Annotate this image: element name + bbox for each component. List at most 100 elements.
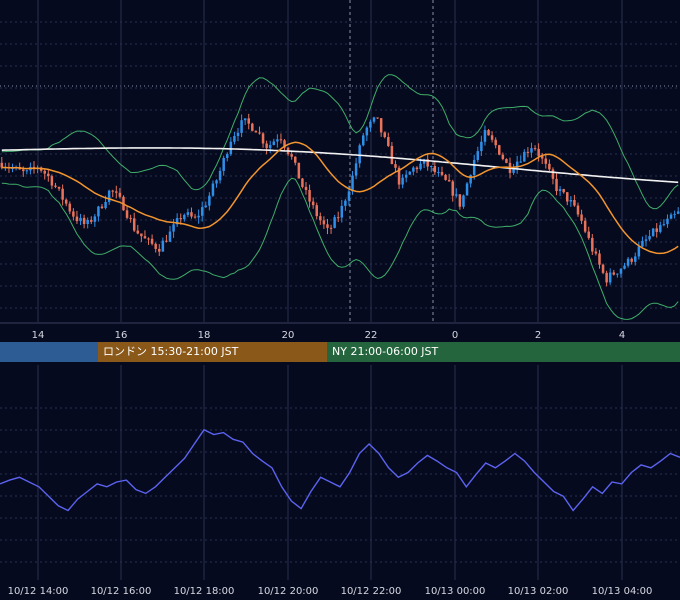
candle-body: [322, 220, 326, 225]
candle-body: [412, 167, 415, 172]
candle-body: [472, 159, 476, 176]
candle-body: [576, 205, 580, 215]
candle-body: [354, 163, 358, 176]
candle-body: [301, 178, 304, 187]
candle-body: [208, 195, 211, 206]
candle-body: [634, 256, 637, 262]
candle-body: [379, 118, 383, 133]
candle-body: [308, 189, 311, 202]
candle-body: [619, 268, 623, 274]
candle-body: [229, 141, 233, 155]
candle-body: [498, 145, 501, 155]
candle-body: [666, 218, 669, 225]
candle-body: [358, 145, 361, 164]
candle-body: [440, 172, 444, 175]
session-label: ロンドン 15:30-21:00 JST: [103, 345, 239, 358]
candle-body: [387, 137, 390, 146]
candle-body: [294, 156, 297, 163]
candle-body: [319, 216, 322, 221]
candle-body: [544, 158, 548, 164]
candle-body: [655, 228, 658, 232]
candle-body: [79, 217, 82, 222]
candle-body: [404, 174, 408, 178]
candle-body: [558, 189, 562, 192]
candle-body: [566, 192, 569, 202]
candle-body: [530, 148, 533, 153]
candle-body: [158, 248, 161, 252]
candle-body: [430, 166, 433, 168]
candle-body: [143, 236, 147, 239]
candle-body: [64, 199, 68, 204]
candle-body: [268, 144, 272, 149]
candle-body: [537, 148, 540, 157]
candle-body: [641, 240, 644, 247]
x-tick-label: 2: [535, 330, 541, 341]
candle-body: [455, 194, 458, 196]
candle-body: [197, 215, 200, 218]
candle-body: [61, 188, 64, 200]
candle-body: [222, 157, 225, 171]
candle-body: [186, 212, 190, 215]
x-tick-label-bottom: 10/12 14:00: [8, 586, 69, 597]
oscillator-line: [0, 428, 680, 512]
candle-body: [247, 118, 250, 124]
candle-body: [469, 175, 472, 184]
session-bar-london: ロンドン 15:30-21:00 JST: [98, 342, 327, 362]
candle-body: [623, 265, 626, 269]
candle-body: [437, 172, 440, 174]
candle-body: [548, 163, 551, 170]
candle-body: [290, 154, 293, 157]
candle-body: [297, 162, 301, 179]
candle-body: [254, 130, 258, 133]
candle-body: [183, 214, 186, 220]
candle-body: [115, 191, 118, 193]
candle-body: [605, 272, 608, 283]
candle-body: [573, 199, 576, 206]
candle-body: [583, 220, 587, 232]
candle-body: [551, 169, 555, 179]
candle-body: [673, 213, 676, 215]
candle-body: [226, 154, 229, 158]
candle-body: [47, 173, 50, 177]
x-tick-label: 18: [198, 330, 211, 341]
bollinger-upper: [1, 74, 679, 210]
candle-body: [272, 141, 276, 145]
candle-body: [236, 132, 240, 136]
x-tick-label-bottom: 10/12 22:00: [341, 586, 402, 597]
candle-body: [408, 171, 412, 175]
candle-body: [165, 240, 168, 242]
candle-body: [211, 183, 215, 196]
candle-body: [630, 258, 633, 262]
chart-canvas: 14 16 18 20 22 0 2 4 10/12 14:00 10/12 16:00 10/1…: [0, 0, 680, 597]
candle-body: [394, 164, 397, 168]
candle-body: [608, 272, 612, 283]
candle-body: [505, 159, 508, 163]
candle-body: [326, 224, 329, 228]
candle-body: [344, 200, 347, 206]
candle-body: [562, 189, 565, 193]
candle-body: [240, 120, 243, 133]
candle-body: [311, 201, 315, 206]
candle-body: [447, 179, 451, 182]
candle-body: [465, 183, 469, 196]
candle-body: [580, 214, 583, 221]
moving-average-long: [1, 147, 679, 184]
candle-body: [612, 272, 616, 275]
candle-body: [125, 210, 129, 218]
candle-body: [659, 225, 662, 232]
candle-body: [598, 253, 601, 265]
candle-body: [444, 174, 447, 180]
candle-body: [555, 178, 558, 192]
candle-body: [347, 191, 351, 201]
session-bar-tokyo: [0, 342, 98, 362]
candle-body: [190, 212, 193, 217]
x-tick-label: 4: [619, 330, 625, 341]
candle-body: [487, 130, 490, 136]
candle-body: [251, 123, 254, 131]
candle-body: [258, 132, 261, 134]
candle-body: [136, 230, 140, 234]
top-axis-ticks: 14 16 18 20 22 0 2 4: [32, 330, 626, 341]
candle-body: [340, 205, 344, 218]
x-tick-label: 14: [32, 330, 45, 341]
oscillator: [0, 428, 680, 512]
